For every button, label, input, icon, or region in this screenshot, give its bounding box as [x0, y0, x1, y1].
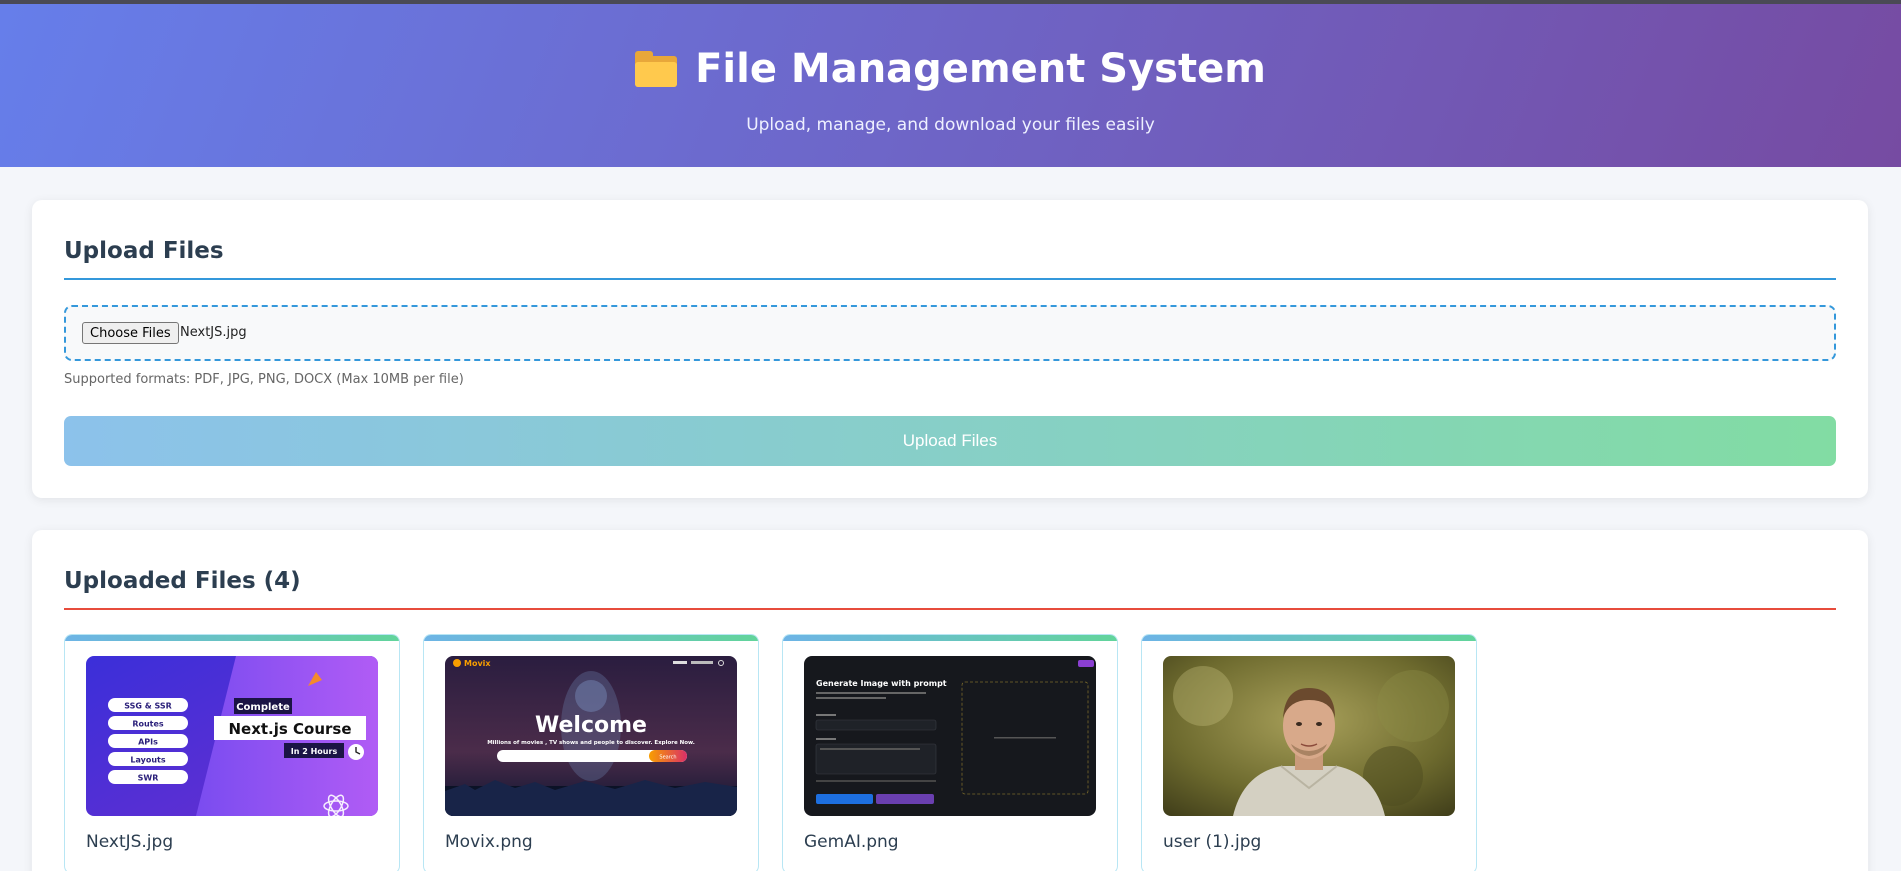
thumb-heading: Generate Image with prompt	[816, 679, 947, 688]
file-name[interactable]: NextJS.jpg	[86, 832, 173, 852]
thumb-search-button: Search	[659, 755, 676, 761]
page-title: File Management System	[695, 46, 1266, 92]
file-card-accent	[424, 635, 758, 641]
file-name[interactable]: Movix.png	[445, 832, 533, 852]
file-thumbnail[interactable]: Generate Image with prompt	[804, 656, 1096, 816]
thumb-complete: Complete	[236, 702, 290, 713]
page-subtitle: Upload, manage, and download your files …	[746, 115, 1155, 135]
upload-section-title: Upload Files	[64, 238, 224, 264]
upload-files-button[interactable]: Upload Files	[64, 416, 1836, 466]
file-name[interactable]: user (1).jpg	[1163, 832, 1261, 852]
page-header: File Management System Upload, manage, a…	[0, 4, 1901, 167]
uploaded-files-title: Uploaded Files (4)	[64, 568, 301, 594]
thumb-brand: Movix	[464, 659, 491, 668]
page-title-row: File Management System	[0, 46, 1901, 92]
thumb-tag: APIs	[138, 738, 158, 747]
uploaded-files-section: Uploaded Files (4) SSG & SSR Routes APIs…	[32, 530, 1868, 871]
file-card-accent	[783, 635, 1117, 641]
chosen-file-name: NextJS.jpg	[180, 325, 247, 340]
file-thumbnail[interactable]: Movix Welcome Millions of movies , TV sh…	[445, 656, 737, 816]
file-card[interactable]: Movix Welcome Millions of movies , TV sh…	[423, 634, 759, 871]
file-thumbnail[interactable]: SSG & SSR Routes APIs Layouts SWR Comple…	[86, 656, 378, 816]
thumb-course: Next.js Course	[228, 720, 351, 738]
thumb-duration: In 2 Hours	[291, 747, 338, 756]
thumb-tagline: Millions of movies , TV shows and people…	[487, 740, 695, 746]
file-card[interactable]: SSG & SSR Routes APIs Layouts SWR Comple…	[64, 634, 400, 871]
supported-formats-note: Supported formats: PDF, JPG, PNG, DOCX (…	[64, 372, 464, 387]
thumb-tag: SSG & SSR	[124, 702, 172, 711]
file-card[interactable]: user (1).jpg	[1141, 634, 1477, 871]
file-dropzone[interactable]: Choose Files NextJS.jpg	[64, 305, 1836, 361]
file-card[interactable]: Generate Image with prompt GemAI.png	[782, 634, 1118, 871]
upload-section: Upload Files Choose Files NextJS.jpg Sup…	[32, 200, 1868, 498]
thumb-tag: Layouts	[130, 756, 165, 765]
file-thumbnail[interactable]	[1163, 656, 1455, 816]
thumb-welcome: Welcome	[535, 713, 647, 738]
thumb-tag: Routes	[132, 720, 164, 729]
file-card-accent	[1142, 635, 1476, 641]
choose-files-button[interactable]: Choose Files	[82, 322, 179, 344]
folder-icon	[635, 51, 678, 87]
file-name[interactable]: GemAI.png	[804, 832, 899, 852]
thumb-tag: SWR	[138, 774, 159, 783]
uploaded-files-divider	[64, 608, 1836, 610]
upload-section-divider	[64, 278, 1836, 280]
file-card-accent	[65, 635, 399, 641]
